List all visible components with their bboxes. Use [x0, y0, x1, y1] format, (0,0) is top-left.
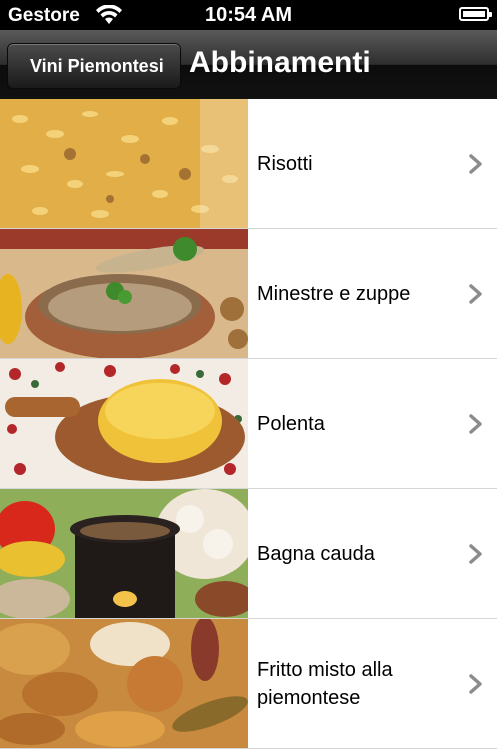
list-item-minestre-e-zuppe[interactable]: Minestre e zuppe: [0, 229, 497, 359]
back-button-label: Vini Piemontesi: [30, 55, 164, 76]
list-item-label: Risotti: [257, 152, 313, 175]
list-item-fritto-misto[interactable]: Fritto misto alla piemontese: [0, 619, 497, 749]
list-item-label: Minestre e zuppe: [257, 282, 411, 305]
navigation-bar: Vini Piemontesi Abbinamenti: [0, 30, 497, 100]
list-item-label: Bagna cauda: [257, 542, 375, 565]
chevron-right-icon: [469, 283, 482, 304]
list-item-polenta[interactable]: Polenta: [0, 359, 497, 489]
fritto-misto-photo: [0, 619, 248, 748]
back-button[interactable]: Vini Piemontesi: [7, 43, 181, 89]
list-item-risotti[interactable]: Risotti: [0, 99, 497, 229]
list-item-bagna-cauda[interactable]: Bagna cauda: [0, 489, 497, 619]
chevron-right-icon: [469, 413, 482, 434]
status-bar: Gestore 10:54 AM: [0, 0, 497, 30]
clock: 10:54 AM: [204, 4, 293, 26]
bagna-cauda-photo: [0, 489, 248, 618]
list-item-label: Fritto misto alla piemontese: [257, 658, 393, 709]
chevron-right-icon: [469, 543, 482, 564]
soup-photo: [0, 229, 248, 358]
list-item-label: Polenta: [257, 412, 325, 435]
chevron-right-icon: [469, 153, 482, 174]
battery-icon: [459, 7, 492, 21]
chevron-right-icon: [469, 673, 482, 694]
pairings-list: Risotti Minestre e zuppe Polenta Bagna c…: [0, 99, 497, 749]
page-title: Abbinamenti: [189, 46, 371, 79]
risotto-photo: [0, 99, 248, 228]
polenta-photo: [0, 359, 248, 488]
